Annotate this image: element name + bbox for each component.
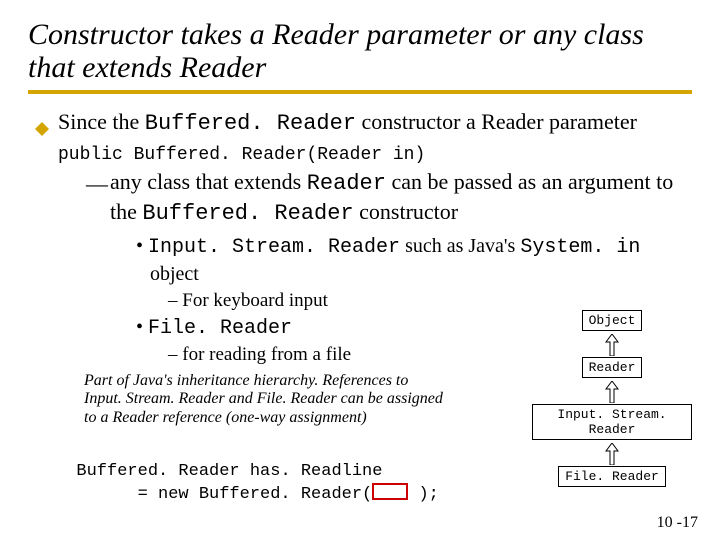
inheritance-hierarchy: Object Reader Input. Stream. Reader File… [532,310,692,487]
bullet1-sig: public Buffered. Reader(Reader in) [58,145,425,165]
dot-a-code2: System. in [520,236,640,259]
sub1-text: any class that extends Reader can be pas… [110,168,692,227]
slide-title: Constructor takes a Reader parameter or … [28,18,692,94]
dot-item-a: Input. Stream. Reader such as Java's Sys… [136,233,692,288]
code-line1: Buffered. Reader has. Readline [76,462,382,481]
code-line2-pre: = new Buffered. Reader( [56,485,372,504]
bullet1-pre: Since the [58,109,145,134]
hier-inputstreamreader: Input. Stream. Reader [532,404,692,440]
dot-b-code: File. Reader [148,317,292,340]
bullet1-mid1: constructor a Reader parameter [356,109,637,134]
bullet1-code1: Buffered. Reader [145,111,356,136]
sub1-code1: Reader [307,171,386,196]
hier-reader: Reader [582,357,643,378]
dot-a-code: Input. Stream. Reader [148,236,400,259]
hier-filereader: File. Reader [558,466,666,487]
sub1-pre: any class that extends [110,169,307,194]
sub1-post: constructor [354,199,458,224]
arrow-up-icon [532,381,692,403]
bullet1-text: Since the Buffered. Reader constructor a… [58,108,692,166]
hierarchy-caption: Part of Java's inheritance hierarchy. Re… [84,372,444,427]
bullet-level1: Since the Buffered. Reader constructor a… [34,108,692,166]
dash-item-a: For keyboard input [168,290,692,312]
code-line2-post: ); [408,485,439,504]
page-number: 10 -17 [657,514,698,532]
blank-placeholder [372,483,408,500]
hier-object: Object [582,310,643,331]
dot-a-mid: such as Java's [400,235,520,257]
diamond-bullet-icon [34,116,50,144]
dash-bullet-icon: — [86,170,104,198]
dot-a-post: object [150,263,199,285]
bullet-level2: — any class that extends Reader can be p… [86,168,692,227]
sub1-code2: Buffered. Reader [142,201,353,226]
arrow-up-icon [532,334,692,356]
arrow-up-icon [532,443,692,465]
